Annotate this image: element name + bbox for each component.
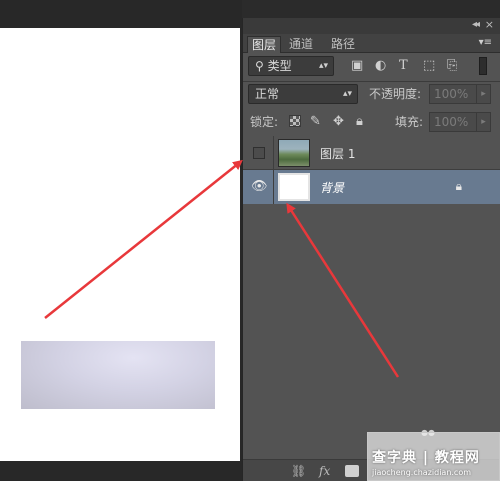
layer-name[interactable]: 图层 1: [320, 145, 355, 162]
shape-filter-icon[interactable]: ⬚: [423, 58, 435, 74]
adjustment-filter-icon[interactable]: ◐: [375, 58, 386, 74]
opacity-label: 不透明度:: [369, 87, 422, 101]
smart-object-filter-icon[interactable]: ⎘: [447, 58, 457, 74]
opacity-field[interactable]: 100% ▸: [429, 84, 491, 104]
search-icon: ⚲: [255, 59, 268, 73]
fx-icon[interactable]: fx: [319, 463, 330, 479]
layers-panel: ◂◂ × 图层 通道 路径 ▾≡ ⚲ 类型 ▴▾ ▣ ◐ T ⬚ ⎘ 正常 ▴▾…: [242, 18, 500, 481]
lock-position-icon[interactable]: ✥: [333, 114, 344, 130]
watermark-title: 查字典 | 教程网: [372, 450, 480, 466]
tab-layers[interactable]: 图层: [247, 36, 282, 53]
fill-field[interactable]: 100% ▸: [429, 112, 491, 132]
fill-dropdown-arrow-icon[interactable]: ▸: [476, 113, 490, 131]
visibility-toggle-off[interactable]: [253, 147, 265, 159]
filter-type-label: 类型: [267, 59, 292, 73]
lock-row: 锁定: ✎ ✥ 🔒︎ 填充: 100% ▸: [243, 112, 500, 134]
lock-all-icon[interactable]: 🔒︎: [356, 114, 363, 130]
watermark-url: jiaocheng.chazidian.com: [372, 468, 472, 477]
lock-transparent-pixels-icon[interactable]: [289, 115, 301, 127]
visibility-column-divider: [273, 136, 274, 170]
panel-tabs: 图层 通道 路径 ▾≡: [243, 34, 500, 53]
mask-icon[interactable]: [345, 465, 359, 477]
watermark: 查字典 | 教程网 jiaocheng.chazidian.com: [367, 432, 500, 481]
divider: [243, 81, 500, 82]
layer-thumbnail: [278, 173, 310, 201]
dropdown-arrow-icon: ▴▾: [318, 61, 328, 71]
close-panel-icon[interactable]: ×: [485, 18, 494, 31]
tab-channels[interactable]: 通道: [285, 36, 317, 53]
filter-type-dropdown[interactable]: ⚲ 类型 ▴▾: [248, 56, 334, 76]
opacity-value: 100%: [434, 87, 469, 101]
link-icon[interactable]: ⛓: [291, 463, 306, 479]
type-filter-icon[interactable]: T: [399, 58, 408, 74]
filter-toggle-switch[interactable]: [479, 57, 487, 75]
document-canvas[interactable]: [0, 28, 240, 461]
image-filter-icon[interactable]: ▣: [351, 58, 363, 74]
panel-title-bar: ◂◂ ×: [243, 18, 500, 34]
filter-row: ⚲ 类型 ▴▾ ▣ ◐ T ⬚ ⎘: [243, 56, 500, 78]
tab-paths[interactable]: 路径: [327, 36, 359, 53]
layer-name[interactable]: 背景: [320, 179, 344, 196]
blend-row: 正常 ▴▾ 不透明度: 100% ▸: [243, 84, 500, 106]
visibility-column-divider: [273, 170, 274, 204]
blend-mode-value: 正常: [255, 87, 280, 101]
fill-value: 100%: [434, 115, 469, 129]
lock-icon[interactable]: 🔒︎: [456, 179, 462, 194]
layer-row-layer1[interactable]: 图层 1: [243, 136, 500, 170]
lock-label: 锁定:: [250, 115, 279, 129]
document-canvas-area: [0, 0, 242, 481]
panel-menu-icon[interactable]: ▾≡: [479, 37, 492, 48]
opacity-dropdown-arrow-icon[interactable]: ▸: [476, 85, 490, 103]
layer-row-background[interactable]: 👁︎ 背景 🔒︎: [243, 170, 500, 204]
lock-image-pixels-icon[interactable]: ✎: [310, 114, 321, 130]
fill-label: 填充:: [395, 115, 424, 129]
blend-mode-dropdown[interactable]: 正常 ▴▾: [248, 84, 358, 104]
collapse-panel-icon[interactable]: ◂◂: [472, 19, 480, 30]
dropdown-arrow-icon: ▴▾: [342, 89, 352, 99]
layer-thumbnail: [278, 139, 310, 167]
gradient-rectangle: [21, 341, 215, 409]
eye-icon[interactable]: 👁︎: [251, 179, 268, 195]
